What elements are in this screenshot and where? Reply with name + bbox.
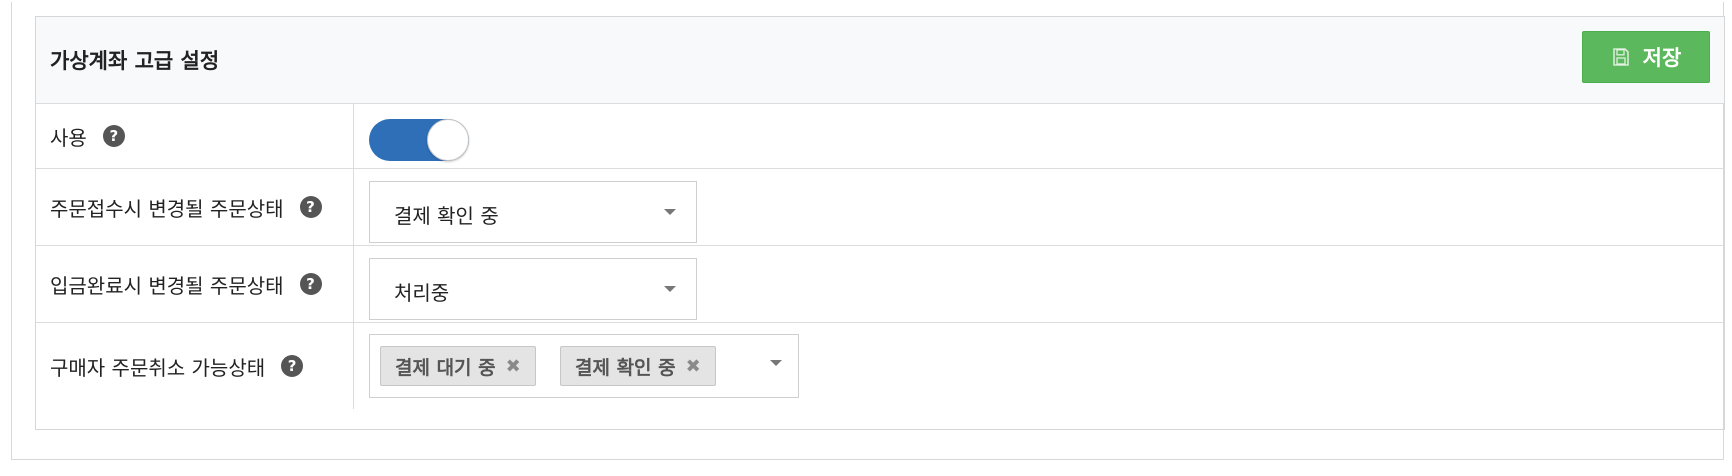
virtual-account-settings-panel: 가상계좌 고급 설정 저장 사용 ? 주문접수시 변경될 주문상태 ? 결제 확… (35, 16, 1725, 430)
row-label-cell: 주문접수시 변경될 주문상태 ? (36, 169, 354, 245)
row-use: 사용 ? (36, 104, 1724, 169)
row-label-cell: 입금완료시 변경될 주문상태 ? (36, 246, 354, 322)
close-icon[interactable]: ✖ (506, 356, 521, 377)
deposit-complete-label: 입금완료시 변경될 주문상태 (50, 273, 284, 298)
chevron-down-icon (664, 209, 676, 215)
deposit-complete-status-select[interactable]: 처리중 (369, 258, 697, 320)
help-icon[interactable]: ? (102, 125, 125, 147)
select-value: 결제 확인 중 (394, 204, 499, 228)
row-value-cell: 처리중 (355, 246, 1724, 322)
row-value-cell (355, 104, 1724, 168)
cancel-status-multiselect[interactable]: 결제 대기 중 ✖ 결제 확인 중 ✖ (369, 334, 799, 398)
panel-header: 가상계좌 고급 설정 저장 (36, 17, 1724, 104)
status-tag: 결제 대기 중 ✖ (380, 346, 536, 386)
row-cancel-status: 구매자 주문취소 가능상태 ? 결제 대기 중 ✖ 결제 확인 중 ✖ (36, 323, 1724, 409)
help-icon[interactable]: ? (299, 196, 322, 218)
row-value-cell: 결제 확인 중 (355, 169, 1724, 245)
toggle-knob (427, 119, 469, 161)
chevron-down-icon (664, 286, 676, 292)
save-icon (1612, 48, 1629, 66)
row-label-cell: 사용 ? (36, 104, 354, 168)
chevron-down-icon[interactable] (770, 360, 782, 366)
settings-container: 가상계좌 고급 설정 저장 사용 ? 주문접수시 변경될 주문상태 ? 결제 확… (11, 2, 1725, 460)
tag-label: 결제 대기 중 (395, 356, 496, 379)
save-button[interactable]: 저장 (1582, 31, 1710, 83)
help-icon[interactable]: ? (299, 273, 322, 295)
row-deposit-complete: 입금완료시 변경될 주문상태 ? 처리중 (36, 246, 1724, 323)
use-toggle[interactable] (369, 119, 469, 161)
help-icon[interactable]: ? (281, 355, 304, 377)
order-received-status-select[interactable]: 결제 확인 중 (369, 181, 697, 243)
status-tag: 결제 확인 중 ✖ (560, 346, 716, 386)
tag-label: 결제 확인 중 (575, 356, 676, 379)
row-label-cell: 구매자 주문취소 가능상태 ? (36, 323, 354, 409)
row-value-cell: 결제 대기 중 ✖ 결제 확인 중 ✖ (355, 323, 1724, 409)
cancel-status-label: 구매자 주문취소 가능상태 (50, 355, 266, 380)
select-value: 처리중 (394, 281, 450, 305)
close-icon[interactable]: ✖ (686, 356, 701, 377)
use-label: 사용 (50, 125, 87, 150)
order-received-label: 주문접수시 변경될 주문상태 (50, 196, 284, 221)
row-order-received: 주문접수시 변경될 주문상태 ? 결제 확인 중 (36, 169, 1724, 246)
save-button-label: 저장 (1642, 46, 1682, 70)
panel-title: 가상계좌 고급 설정 (50, 49, 220, 73)
